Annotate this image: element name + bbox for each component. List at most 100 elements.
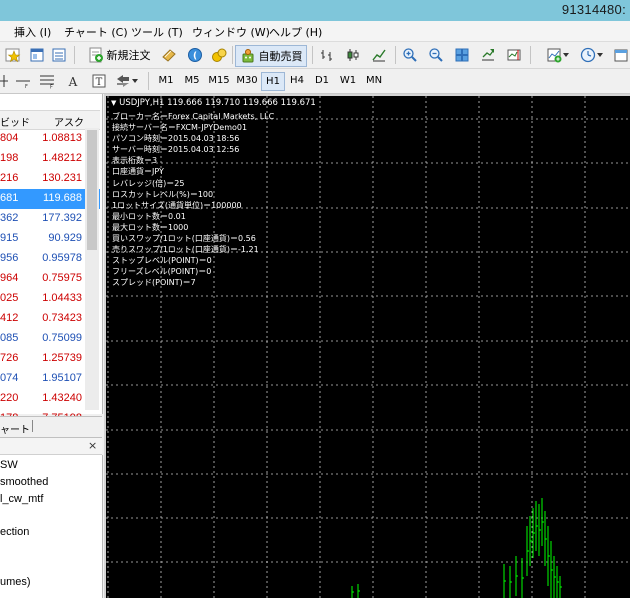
profiles-icon[interactable] (28, 46, 46, 64)
data-window-icon[interactable] (160, 46, 178, 64)
svg-text:(: ( (193, 52, 197, 62)
market-watch-panel: ビッド アスク 804 1.08813 198 1.48212 216 130.231 68… (0, 94, 103, 424)
svg-text:F: F (25, 84, 28, 89)
timeframe-d1[interactable]: D1 (311, 72, 333, 89)
text-label-icon[interactable]: T (90, 72, 108, 90)
timeframe-m1[interactable]: M1 (154, 72, 178, 89)
toolbar-separator (312, 46, 313, 64)
bid-column-header[interactable]: ビッド (0, 114, 30, 129)
favorites-icon[interactable] (4, 46, 22, 64)
text-icon[interactable]: A (64, 72, 82, 90)
account-info-line: パソコン時刻＝2015.04.03 18:56 (112, 134, 240, 144)
navigator-item[interactable]: ection (0, 526, 29, 538)
navigator-item[interactable]: l_cw_mtf (0, 493, 43, 505)
bid-value: 681 (0, 192, 19, 204)
account-info-line: ストップレベル(POINT)＝0 (112, 256, 212, 266)
candlestick-icon[interactable] (344, 46, 362, 64)
account-info-line: レバレッジ(倍)＝25 (112, 178, 185, 188)
toolbar-separator (232, 46, 233, 64)
market-icon[interactable] (210, 46, 228, 64)
account-info-line: 接続サーバー名＝FXCM-JPYDemo01 (112, 123, 248, 133)
ask-column-header[interactable]: アスク (54, 114, 84, 129)
periods-dropdown[interactable] (578, 46, 606, 64)
zoom-out-icon[interactable] (427, 46, 445, 64)
account-info-line: 売りスワップ/1ロット(口座通貨)＝-1.21 (112, 245, 259, 255)
timeframe-m30[interactable]: M30 (234, 72, 260, 89)
scrollbar-thumb[interactable] (87, 130, 97, 250)
ask-value: 0.73423 (42, 312, 82, 324)
menu-bar: 挿入 (I) チャート (C) ツール (T) ウィンドウ (W) ヘルプ (H… (0, 21, 630, 42)
bid-value: 412 (0, 312, 19, 324)
menu-tools[interactable]: ツール (T) (131, 24, 183, 40)
timeframe-w1[interactable]: W1 (336, 72, 360, 89)
chart-shift-icon[interactable] (505, 46, 523, 64)
auto-trading-label: 自動売買 (258, 50, 303, 63)
timeframe-h4[interactable]: H4 (286, 72, 308, 89)
toolbar-separator (530, 46, 531, 64)
horizontal-line-icon[interactable]: F (14, 72, 32, 90)
new-order-button[interactable]: 新規注文 (80, 46, 158, 64)
navigator-panel: SW smoothed l_cw_mtf ection umes) (0, 455, 103, 598)
bid-value: 220 (0, 392, 19, 404)
fibonacci-icon[interactable]: F (38, 72, 56, 90)
market-watch-header: ビッド アスク (0, 110, 100, 130)
signals-icon[interactable]: ( (186, 46, 204, 64)
chart-menu-triangle-icon[interactable]: ▼ (111, 99, 116, 107)
indicators-dropdown[interactable] (544, 46, 572, 64)
navigator-item[interactable]: smoothed (0, 476, 48, 488)
navigator-item[interactable]: umes) (0, 576, 31, 588)
menu-window[interactable]: ウィンドウ (W) (192, 24, 270, 40)
zoom-in-icon[interactable] (401, 46, 419, 64)
chart-window[interactable]: ▼ USDJPY,H1 119.666 119.710 119.666 119.… (106, 96, 630, 598)
bid-value: 085 (0, 332, 19, 344)
close-icon[interactable]: × (88, 439, 97, 452)
bid-value: 804 (0, 132, 19, 144)
bid-value: 915 (0, 232, 19, 244)
ask-value: 1.25739 (42, 352, 82, 364)
svg-text:T: T (96, 77, 103, 88)
tab-chart[interactable]: ャート (0, 421, 30, 436)
chevron-down-icon (597, 53, 603, 57)
bar-chart-icon[interactable] (318, 46, 336, 64)
account-info-line: 最大ロット数＝1000 (112, 222, 189, 232)
standard-toolbar: 新規注文 ( 自動売買 (0, 42, 630, 69)
crosshair-icon[interactable] (0, 72, 10, 90)
account-info-line: スプレッド(POINT)＝7 (112, 278, 196, 288)
bid-value: 198 (0, 152, 19, 164)
ask-value: 0.95978 (42, 252, 82, 264)
timeframe-m15[interactable]: M15 (206, 72, 232, 89)
account-info-line: 買いスワップ/1ロット(口座通貨)＝0.56 (112, 234, 256, 244)
account-info-line: 口座通貨＝JPY (112, 167, 164, 177)
timeframe-m5[interactable]: M5 (180, 72, 204, 89)
tile-windows-icon[interactable] (453, 46, 471, 64)
menu-insert[interactable]: 挿入 (I) (14, 24, 51, 40)
window-title: 91314480: (561, 2, 626, 17)
market-watch-icon[interactable] (50, 46, 68, 64)
toolbar-separator (148, 72, 149, 90)
bid-value: 074 (0, 372, 19, 384)
account-info-text: ブローカー名＝Forex Capital Markets, LLC 接続サーバー名… (112, 111, 274, 289)
menu-help[interactable]: ヘルプ (H) (269, 24, 322, 40)
timeframe-h1[interactable]: H1 (261, 72, 285, 91)
templates-icon[interactable] (612, 46, 630, 64)
chevron-down-icon (563, 53, 569, 57)
timeframe-mn[interactable]: MN (362, 72, 386, 89)
toolbar-separator (395, 46, 396, 64)
auto-trading-button[interactable]: 自動売買 (235, 45, 307, 67)
arrows-dropdown[interactable] (114, 72, 140, 90)
bid-value: 216 (0, 172, 19, 184)
bid-value: 726 (0, 352, 19, 364)
chart-header: ▼ USDJPY,H1 119.666 119.710 119.666 119.… (111, 98, 316, 108)
auto-scroll-icon[interactable] (479, 46, 497, 64)
menu-chart[interactable]: チャート (C) (64, 24, 128, 40)
account-info-line: 表示桁数＝3 (112, 156, 158, 166)
bid-value: 025 (0, 292, 19, 304)
ask-value: 0.75975 (42, 272, 82, 284)
market-watch-tabs: ャート (0, 416, 102, 438)
chevron-down-icon (132, 79, 138, 83)
market-watch-scrollbar[interactable] (85, 128, 99, 410)
indicators-icon (547, 48, 562, 63)
bid-value: 362 (0, 212, 19, 224)
line-chart-icon[interactable] (370, 46, 388, 64)
navigator-item[interactable]: SW (0, 459, 18, 471)
